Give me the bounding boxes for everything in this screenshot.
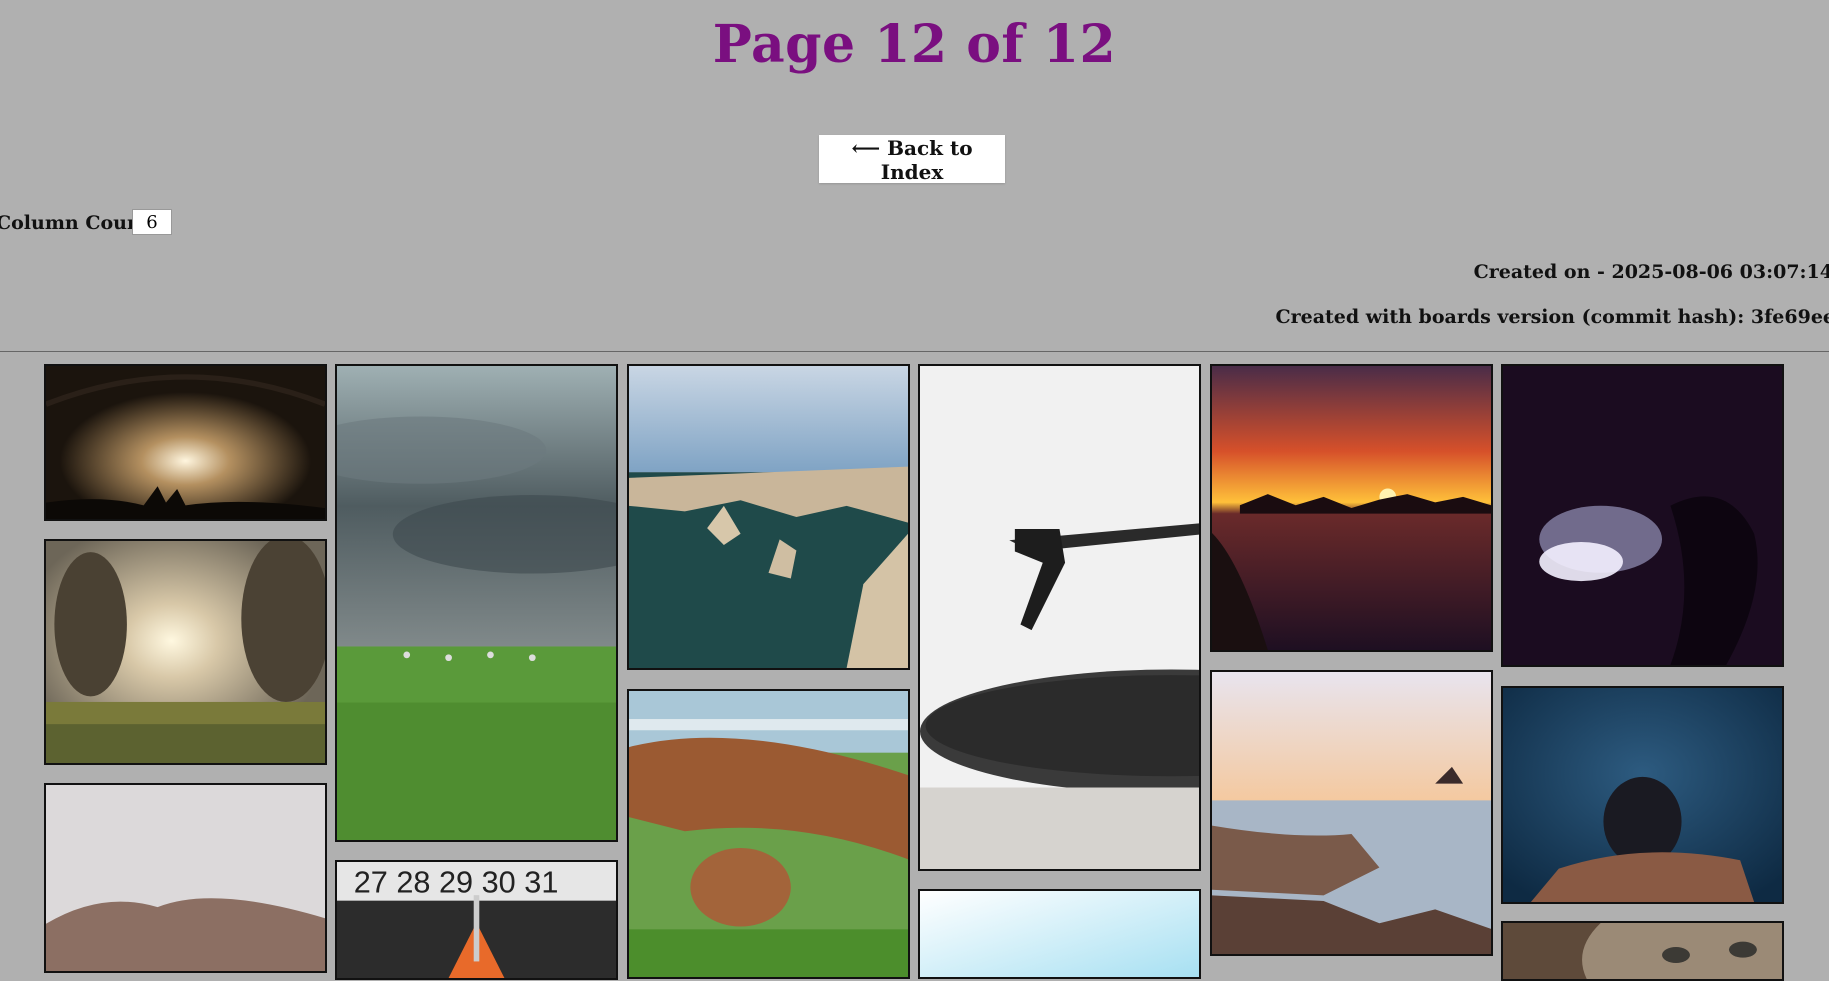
smoke-silhouette-photo-icon[interactable]	[1501, 364, 1784, 667]
ocean-sunset-photo-icon[interactable]	[1210, 364, 1493, 652]
bright-sky-photo-icon[interactable]	[918, 889, 1201, 979]
freckled-face-photo-icon[interactable]	[1501, 921, 1784, 981]
calendar-photo-icon[interactable]: 27 28 29 30 31	[335, 860, 618, 980]
svg-text:27 28 29 30 31: 27 28 29 30 31	[354, 866, 559, 900]
dachshund-grass-photo-icon[interactable]	[627, 689, 910, 979]
column-count-input[interactable]	[132, 209, 172, 235]
back-to-index-button[interactable]: ⟵ Back to Index	[819, 135, 1005, 184]
stormy-pasture-photo-icon[interactable]	[335, 364, 618, 842]
concert-crowd-photo-icon[interactable]	[44, 364, 327, 521]
desert-hills-photo-icon[interactable]	[44, 783, 327, 973]
sunlit-meadow-photo-icon[interactable]	[44, 539, 327, 765]
coastal-cliffs-photo-icon[interactable]	[627, 364, 910, 670]
page-title: Page 12 of 12	[712, 14, 1117, 75]
underwater-swimmer-photo-icon[interactable]	[1501, 686, 1784, 904]
rocky-shore-photo-icon[interactable]	[1210, 670, 1493, 956]
record-player-photo-icon[interactable]	[918, 364, 1201, 871]
created-on-text: Created on - 2025-08-06 03:07:14	[1473, 261, 1829, 283]
created-with-text: Created with boards version (commit hash…	[1275, 306, 1829, 328]
divider	[0, 351, 1829, 352]
